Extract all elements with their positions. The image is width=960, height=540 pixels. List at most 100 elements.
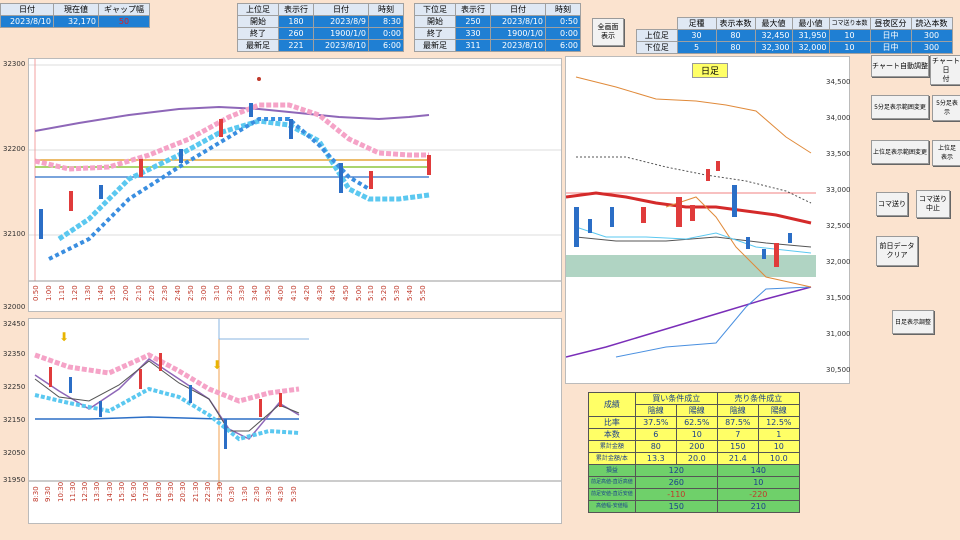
stats-row2-v0: 80	[634, 440, 677, 453]
lower-r2c1[interactable]: 311	[455, 39, 491, 52]
upper-x-tick: 1:00	[44, 285, 53, 301]
cell-price[interactable]: 32,170	[53, 15, 99, 28]
rt-r0c3[interactable]: 32,450	[754, 29, 793, 42]
upper-r1c2[interactable]: 1900/1/0	[313, 27, 369, 40]
lower-x-tick: 2:30	[252, 486, 261, 502]
lower-x-tick: 21:30	[191, 481, 200, 502]
upper-r0c0: 開始	[237, 15, 279, 28]
upper-r2c1[interactable]: 221	[278, 39, 314, 52]
upper-display-button[interactable]: 上位足 表示	[932, 140, 960, 166]
stats-row2-v2: 150	[716, 440, 759, 453]
cell-date[interactable]: 2023/8/10	[0, 15, 54, 28]
upper-x-tick: 4:30	[315, 285, 324, 301]
rt-r0c1[interactable]: 30	[676, 29, 717, 42]
upper-x-tick: 2:20	[148, 285, 157, 301]
fullscreen-button[interactable]: 全画面 表示	[592, 18, 624, 46]
daily-y2: 33,500	[826, 150, 851, 158]
rt-h7: 読込本数	[910, 17, 953, 30]
stats-row3-v0: 13.3	[634, 452, 677, 465]
lower-x-tick: 17:30	[142, 481, 151, 502]
daily-y1: 34,000	[826, 114, 851, 122]
stats2-row2-label: 前足安値-直近安値	[588, 488, 636, 501]
upper-x-tick: 1:30	[83, 285, 92, 301]
rt-h5: コマ送り本数	[828, 17, 871, 30]
upper-x-tick: 4:40	[328, 285, 337, 301]
rt-r1c1[interactable]: 5	[676, 41, 717, 54]
upper-y0: 32300	[3, 60, 26, 68]
lower-r0c2[interactable]: 2023/8/10	[490, 15, 546, 28]
five-min-display-button[interactable]: 5分足表 示	[932, 95, 960, 121]
prev-day-clear-button[interactable]: 前日データ クリア	[876, 236, 918, 266]
upper-r1c1[interactable]: 260	[278, 27, 314, 40]
chart-auto-adjust-button[interactable]: チャート自動調整	[871, 55, 929, 77]
lower-x-tick: 22:30	[203, 481, 212, 502]
upper-r0c3[interactable]: 8:30	[368, 15, 404, 28]
lower-r0c0: 開始	[414, 15, 456, 28]
upper-candles	[39, 103, 431, 239]
upper-x-tick: 5:10	[367, 285, 376, 301]
rt-r1c4[interactable]: 32,000	[791, 41, 830, 54]
upper-r2c0: 最新足	[237, 39, 279, 52]
rt-r0c2[interactable]: 80	[715, 29, 756, 42]
down-arrow-icon: ⬇	[212, 358, 222, 372]
koma-okuri-stop-button[interactable]: コマ送り 中止	[916, 190, 950, 218]
lower-y4: 32050	[3, 449, 26, 457]
rt-h0	[637, 18, 678, 30]
rt-r1c7[interactable]: 300	[910, 41, 953, 54]
lower-x-tick: 9:30	[44, 486, 53, 502]
rt-r1c6[interactable]: 日中	[869, 41, 912, 54]
upper-h2: 日付	[313, 3, 369, 16]
stats-buy-header: 買い条件成立	[634, 392, 718, 405]
rt-r0c4[interactable]: 31,950	[791, 29, 830, 42]
upper-y1: 32200	[3, 145, 26, 153]
stats2-row1-sell: 10	[716, 476, 800, 489]
lower-x-tick: 15:30	[117, 481, 126, 502]
lower-x-tick: 10:30	[56, 481, 65, 502]
stats-row3-v2: 21.4	[716, 452, 759, 465]
upper-x-tick: 2:30	[161, 285, 170, 301]
lower-x-tick: 11:30	[68, 481, 77, 502]
lower-h3: 時刻	[545, 3, 581, 16]
lower-r2c2[interactable]: 2023/8/10	[490, 39, 546, 52]
stats-sub3: 陽線	[757, 404, 800, 417]
lower-r2c0: 最新足	[414, 39, 456, 52]
rt-r1c0: 下位足	[636, 41, 678, 54]
upper-r1c3[interactable]: 0:00	[368, 27, 404, 40]
stats-row1-v3: 1	[757, 428, 800, 441]
rt-r0c7[interactable]: 300	[910, 29, 953, 42]
upper-x-tick: 4:10	[290, 285, 299, 301]
stats2-row3-buy: 150	[634, 500, 718, 513]
stats-row1-v2: 7	[716, 428, 759, 441]
upper-chart	[28, 58, 562, 312]
rt-r1c5[interactable]: 10	[828, 41, 871, 54]
upper-h1: 表示行	[278, 3, 314, 16]
rt-r0c0: 上位足	[636, 29, 678, 42]
lower-r0c3[interactable]: 0:50	[545, 15, 581, 28]
upper-r2c2[interactable]: 2023/8/10	[313, 39, 369, 52]
lower-h1: 表示行	[455, 3, 491, 16]
upper-range-button[interactable]: 上位足表示範囲変更	[871, 140, 929, 164]
lower-r1c3[interactable]: 0:00	[545, 27, 581, 40]
daily-display-adjust-button[interactable]: 日足表示調整	[892, 310, 934, 334]
lower-r0c1[interactable]: 250	[455, 15, 491, 28]
rt-r0c5[interactable]: 10	[828, 29, 871, 42]
upper-r0c2[interactable]: 2023/8/9	[313, 15, 369, 28]
upper-r0c1[interactable]: 180	[278, 15, 314, 28]
koma-okuri-button[interactable]: コマ送り	[876, 192, 908, 216]
lower-r1c2[interactable]: 1900/1/0	[490, 27, 546, 40]
cell-gap[interactable]: 50	[98, 15, 150, 28]
lower-y2: 32250	[3, 383, 26, 391]
upper-x-tick: 2:40	[173, 285, 182, 301]
five-min-range-button[interactable]: 5分足表示範囲変更	[871, 95, 929, 119]
upper-y3: 32000	[3, 303, 26, 311]
rt-h2: 表示本数	[715, 17, 756, 30]
lower-r1c1[interactable]: 330	[455, 27, 491, 40]
lower-r2c3[interactable]: 6:00	[545, 39, 581, 52]
lower-x-tick: 1:30	[240, 486, 249, 502]
chart-date-button[interactable]: チャート日 付	[930, 55, 960, 85]
rt-r1c2[interactable]: 80	[715, 41, 756, 54]
rt-r0c6[interactable]: 日中	[869, 29, 912, 42]
rt-r1c3[interactable]: 32,300	[754, 41, 793, 54]
upper-r2c3[interactable]: 6:00	[368, 39, 404, 52]
lower-y1: 32350	[3, 350, 26, 358]
